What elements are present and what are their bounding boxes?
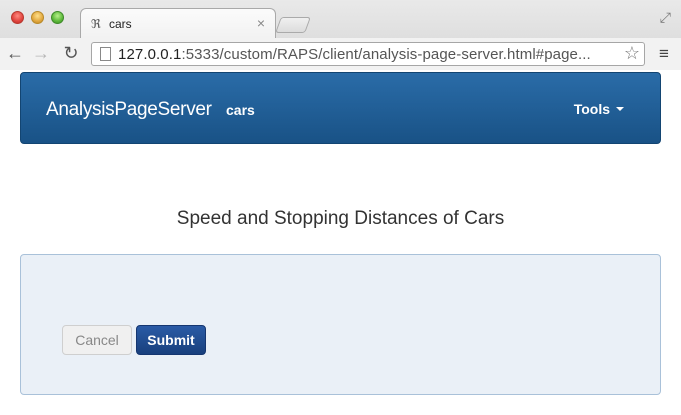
app-navbar: AnalysisPageServer cars Tools	[20, 72, 661, 144]
r-favicon-icon: ℜ	[91, 17, 101, 31]
menu-icon[interactable]: ≡	[656, 44, 672, 64]
submit-button[interactable]: Submit	[136, 325, 206, 355]
tab-title: cars	[109, 17, 132, 31]
page-icon	[100, 47, 111, 61]
back-arrow-icon[interactable]: ←	[4, 42, 26, 64]
zoom-window-button[interactable]	[51, 11, 64, 24]
close-window-button[interactable]	[11, 11, 24, 24]
bookmark-star-icon[interactable]: ☆	[624, 43, 640, 64]
page-subtitle: cars	[226, 102, 255, 118]
close-tab-icon[interactable]: ×	[257, 15, 265, 31]
chevron-down-icon	[616, 107, 624, 111]
url-text: 127.0.0.1:5333/custom/RAPS/client/analys…	[118, 46, 591, 63]
form-panel: Cancel Submit	[20, 254, 661, 395]
browser-toolbar: ← → ↻ 127.0.0.1:5333/custom/RAPS/client/…	[0, 38, 681, 70]
fullscreen-icon[interactable]: ⤢	[660, 9, 671, 26]
browser-tab[interactable]: ℜ cars ×	[80, 8, 276, 38]
forward-arrow-icon[interactable]: →	[30, 42, 52, 64]
page-title: Speed and Stopping Distances of Cars	[176, 208, 505, 229]
new-tab-button[interactable]	[275, 17, 311, 33]
brand-link[interactable]: AnalysisPageServer	[46, 99, 212, 121]
minimize-window-button[interactable]	[31, 11, 44, 24]
cancel-button[interactable]: Cancel	[62, 325, 132, 355]
reload-icon[interactable]: ↻	[60, 42, 82, 64]
address-bar[interactable]: 127.0.0.1:5333/custom/RAPS/client/analys…	[91, 42, 645, 66]
browser-chrome: ℜ cars × ⤢ ← → ↻ 127.0.0.1:5333/custom/R…	[0, 0, 681, 70]
